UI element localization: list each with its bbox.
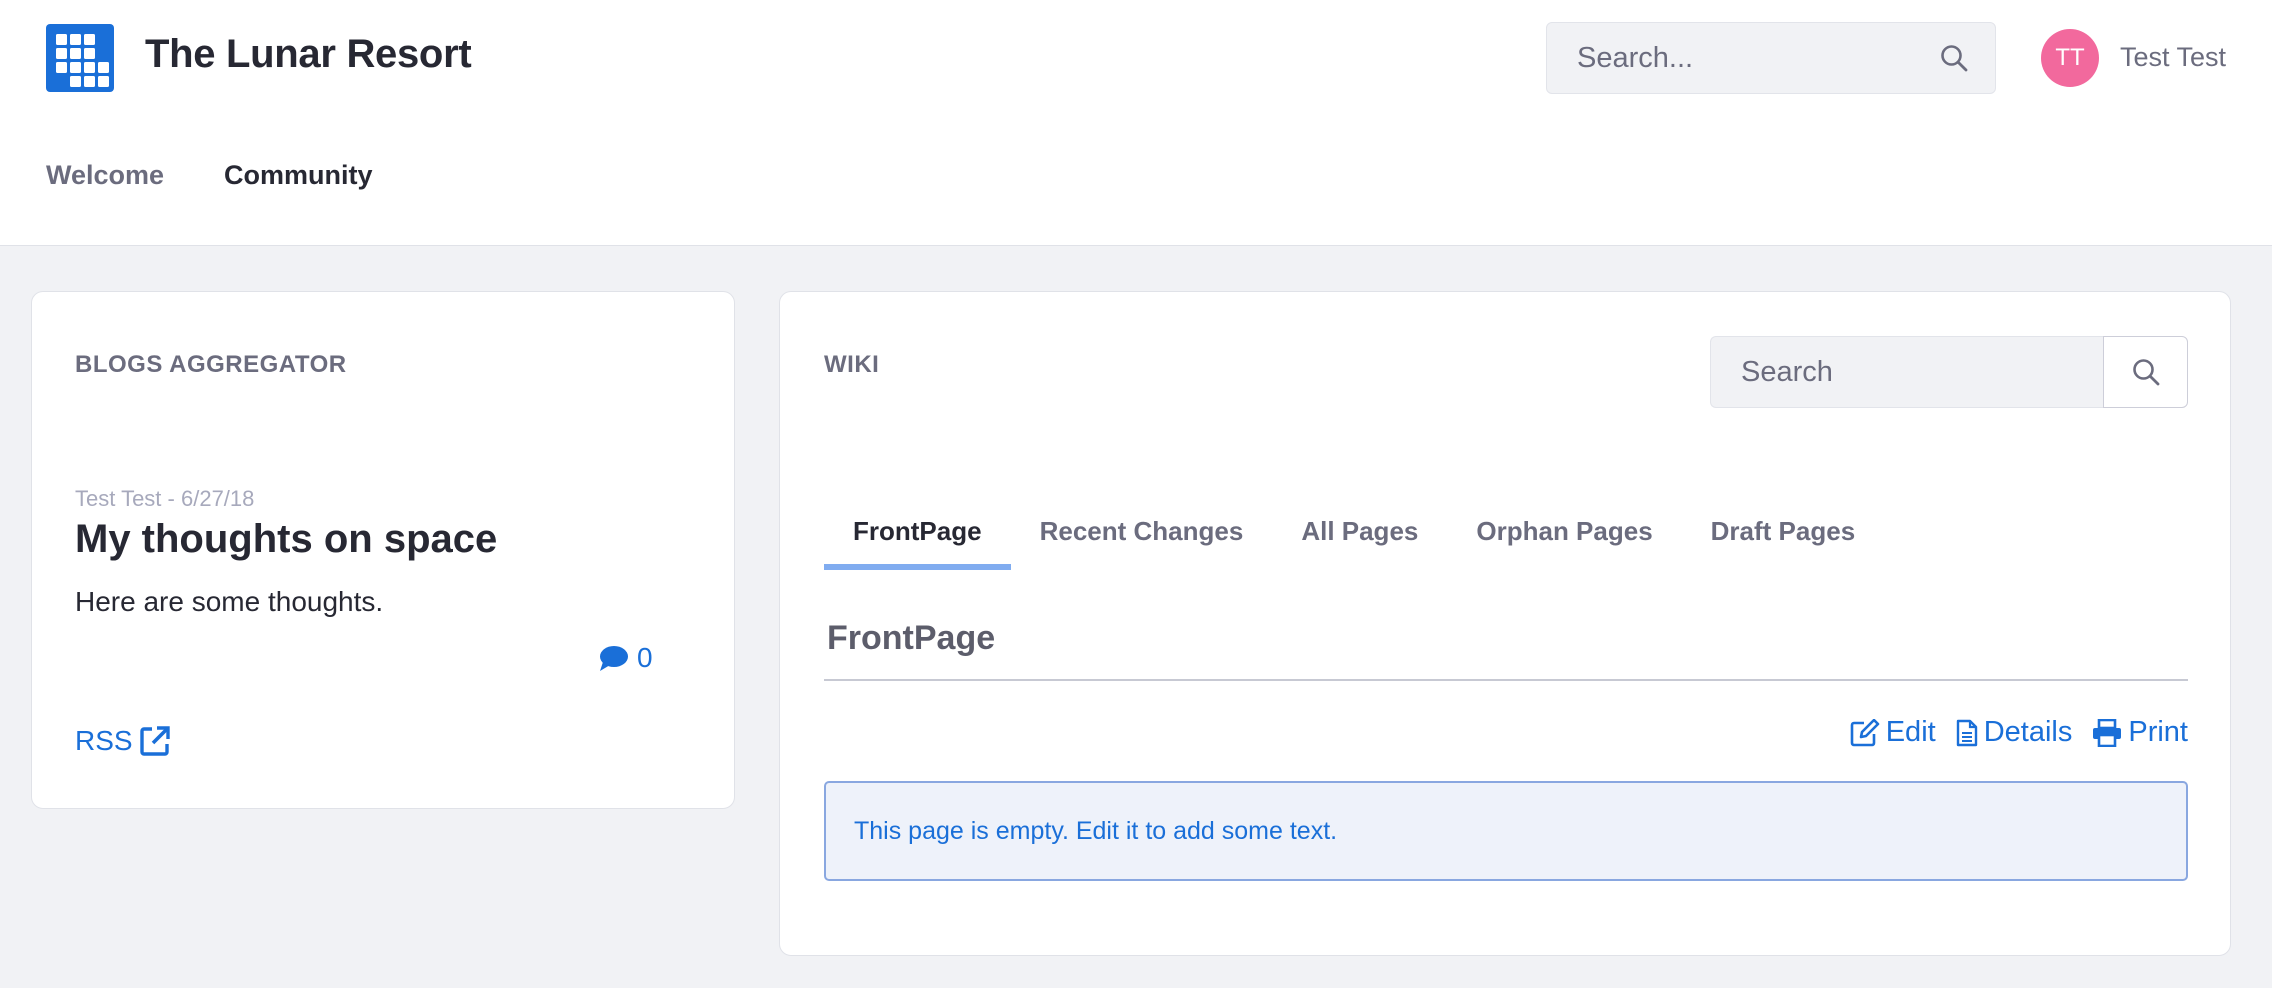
- top-search-bar: [1546, 22, 1996, 94]
- wiki-card: WIKI FrontPage Recent Changes All Pages …: [779, 291, 2231, 956]
- nav-item-community[interactable]: Community: [224, 160, 373, 191]
- search-icon[interactable]: [1939, 43, 1969, 73]
- wiki-title: WIKI: [824, 351, 880, 378]
- tab-frontpage[interactable]: FrontPage: [824, 504, 1011, 570]
- top-search-input[interactable]: [1547, 23, 1927, 93]
- details-label: Details: [1983, 716, 2073, 748]
- print-link[interactable]: Print: [2092, 716, 2188, 749]
- blog-entry-date: 6/27/18: [180, 486, 255, 511]
- edit-icon: [1850, 718, 1880, 746]
- wiki-search-form: [1710, 336, 2188, 408]
- tab-orphan-pages[interactable]: Orphan Pages: [1447, 504, 1681, 570]
- blog-entry-title[interactable]: My thoughts on space: [75, 517, 497, 562]
- print-icon: [2093, 718, 2122, 747]
- nav-item-welcome[interactable]: Welcome: [46, 160, 164, 191]
- external-link-icon: [139, 726, 170, 756]
- meta-separator: -: [161, 486, 181, 511]
- rss-label: RSS: [75, 725, 133, 756]
- blog-entry-author[interactable]: Test Test: [75, 486, 161, 511]
- site-logo-icon[interactable]: [46, 24, 114, 92]
- divider: [824, 679, 2188, 681]
- comments-link[interactable]: 0: [599, 642, 653, 674]
- wiki-page-title: FrontPage: [827, 619, 996, 657]
- details-link[interactable]: Details: [1956, 716, 2073, 749]
- rss-link[interactable]: RSS: [75, 725, 171, 757]
- blogs-aggregator-title: BLOGS AGGREGATOR: [75, 351, 347, 378]
- user-name[interactable]: Test Test: [2120, 42, 2226, 73]
- blog-entry-meta: Test Test - 6/27/18: [75, 486, 254, 512]
- wiki-tabs: FrontPage Recent Changes All Pages Orpha…: [824, 504, 1884, 570]
- blog-entry-summary: Here are some thoughts.: [75, 586, 384, 617]
- edit-label: Edit: [1885, 716, 1936, 748]
- blogs-aggregator-card: BLOGS AGGREGATOR Test Test - 6/27/18 My …: [31, 291, 735, 809]
- comment-icon: [600, 645, 628, 671]
- tab-draft-pages[interactable]: Draft Pages: [1682, 504, 1885, 570]
- document-icon: [1956, 719, 1977, 746]
- tab-all-pages[interactable]: All Pages: [1272, 504, 1447, 570]
- comment-count: 0: [637, 642, 653, 673]
- edit-link[interactable]: Edit: [1850, 716, 1936, 749]
- site-header: The Lunar Resort TT Test Test Welcome Co…: [0, 0, 2272, 246]
- site-title[interactable]: The Lunar Resort: [145, 32, 472, 77]
- search-icon: [2132, 359, 2159, 386]
- print-label: Print: [2128, 716, 2188, 748]
- user-avatar[interactable]: TT: [2041, 29, 2099, 87]
- tab-recent-changes[interactable]: Recent Changes: [1011, 504, 1273, 570]
- empty-page-alert: This page is empty. Edit it to add some …: [824, 781, 2188, 881]
- wiki-search-button[interactable]: [2103, 336, 2188, 408]
- wiki-search-input[interactable]: [1710, 336, 2104, 408]
- wiki-page-actions: Edit Details Print: [1850, 716, 2188, 749]
